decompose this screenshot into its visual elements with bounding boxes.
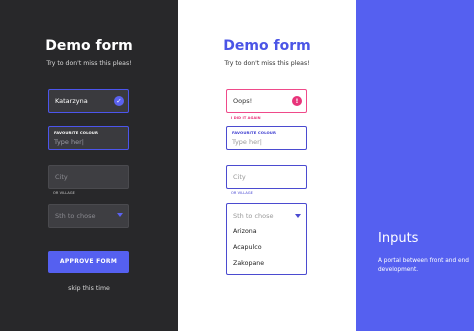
dark-colour-label: FAVOURITE COLOUR — [54, 130, 98, 135]
dark-city-placeholder: City — [55, 173, 68, 181]
light-error-helper: I DID IT AGAIN — [231, 116, 261, 120]
dark-select-placeholder: Sth to chose — [55, 212, 96, 220]
dark-city-helper: OR VILLAGE — [53, 191, 75, 195]
light-error-input[interactable]: Oops! ! — [226, 89, 307, 113]
chevron-down-icon — [295, 214, 301, 218]
light-form-title: Demo form — [223, 38, 311, 54]
light-city-helper: OR VILLAGE — [231, 191, 253, 195]
check-icon: ✓ — [114, 96, 124, 106]
light-error-value: Oops! — [233, 97, 253, 105]
approve-form-button[interactable]: APPROVE FORM — [48, 251, 129, 273]
dark-colour-input[interactable]: FAVOURITE COLOUR Type her| — [48, 126, 129, 150]
dark-select-dropdown[interactable]: Sth to chose — [48, 204, 129, 228]
light-city-input[interactable]: City — [226, 165, 307, 189]
dark-colour-placeholder: Type her| — [54, 138, 84, 146]
light-select-placeholder: Sth to chose — [233, 212, 274, 220]
light-colour-label: FAVOURITE COLOUR — [232, 130, 276, 135]
dark-name-input[interactable]: Katarzyna ✓ — [48, 89, 129, 113]
promo-description: A portal between front and end developme… — [378, 258, 469, 274]
dropdown-option[interactable]: Arizona — [233, 228, 257, 235]
promo-title: Inputs — [378, 231, 419, 246]
dark-form-title: Demo form — [45, 38, 133, 54]
light-form-subtitle: Try to don't miss this pleas! — [224, 60, 310, 67]
dark-form-subtitle: Try to don't miss this pleas! — [46, 60, 132, 67]
chevron-down-icon — [117, 213, 123, 217]
dark-name-value: Katarzyna — [55, 97, 88, 105]
light-city-placeholder: City — [233, 173, 246, 181]
dark-form-panel: Demo form Try to don't miss this pleas! … — [0, 0, 178, 331]
promo-panel: Inputs A portal between front and end de… — [356, 0, 474, 331]
dropdown-option[interactable]: Acapulco — [233, 244, 262, 251]
dropdown-option[interactable]: Zakopane — [233, 260, 264, 267]
skip-link[interactable]: skip this time — [0, 285, 178, 292]
light-colour-placeholder: Type her| — [232, 138, 262, 146]
dark-city-input[interactable]: City — [48, 165, 129, 189]
exclamation-icon: ! — [292, 96, 302, 106]
light-form-panel: Demo form Try to don't miss this pleas! … — [178, 0, 356, 331]
light-colour-input[interactable]: FAVOURITE COLOUR Type her| — [226, 126, 307, 150]
light-select-dropdown[interactable]: Sth to chose Arizona Acapulco Zakopane — [226, 203, 307, 275]
